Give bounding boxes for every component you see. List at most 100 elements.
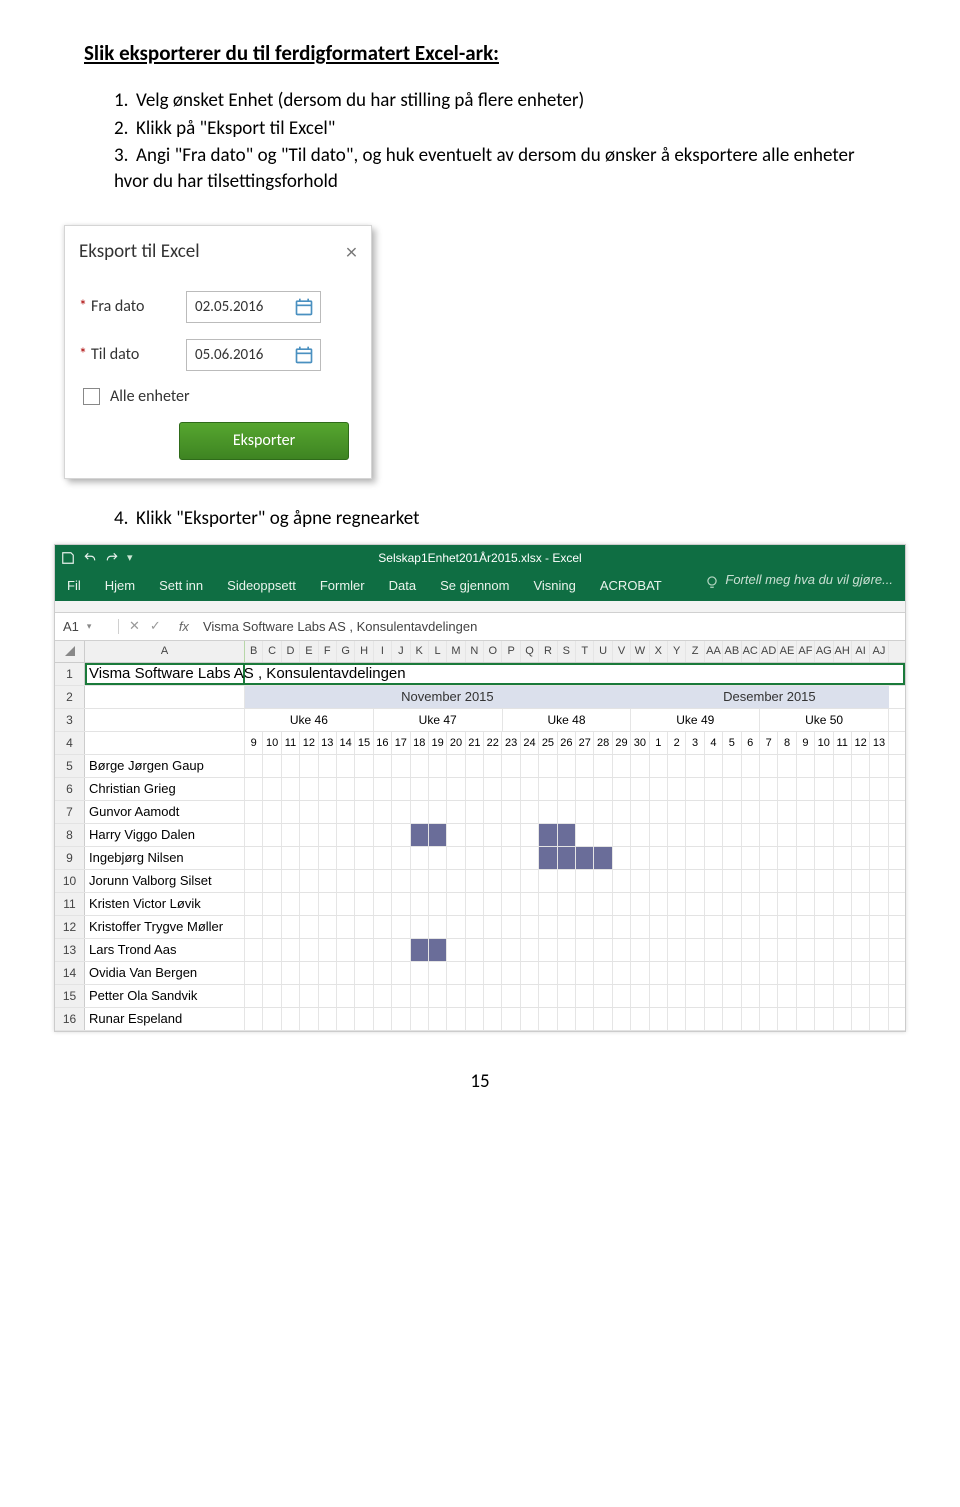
data-cell[interactable] <box>576 916 594 938</box>
data-cell[interactable] <box>447 916 465 938</box>
data-cell[interactable] <box>466 1008 484 1030</box>
data-cell[interactable] <box>502 1008 520 1030</box>
calendar-icon[interactable] <box>294 345 314 365</box>
tab-se-gjennom[interactable]: Se gjennom <box>440 578 509 599</box>
name-cell[interactable]: Lars Trond Aas <box>85 939 245 961</box>
col-header-ad[interactable]: AD <box>760 641 778 662</box>
data-cell[interactable] <box>466 939 484 961</box>
data-cell[interactable] <box>429 962 447 984</box>
data-cell[interactable] <box>263 824 281 846</box>
data-cell[interactable] <box>411 893 429 915</box>
data-cell[interactable] <box>650 1008 668 1030</box>
row-header[interactable]: 14 <box>55 962 85 984</box>
col-header-l[interactable]: L <box>429 641 447 662</box>
data-cell[interactable] <box>355 801 373 823</box>
data-cell[interactable] <box>245 847 263 869</box>
data-cell[interactable] <box>742 962 760 984</box>
data-cell[interactable] <box>815 847 833 869</box>
data-cell[interactable] <box>521 916 539 938</box>
data-cell[interactable] <box>374 755 392 777</box>
row-header[interactable]: 2 <box>55 686 85 708</box>
data-cell[interactable] <box>282 939 300 961</box>
col-header-c[interactable]: C <box>263 641 281 662</box>
data-cell[interactable] <box>411 870 429 892</box>
data-cell[interactable] <box>686 985 704 1007</box>
col-header-h[interactable]: H <box>355 641 373 662</box>
data-cell[interactable] <box>815 801 833 823</box>
data-cell[interactable] <box>686 962 704 984</box>
data-cell[interactable] <box>852 962 870 984</box>
data-cell[interactable] <box>852 916 870 938</box>
data-cell[interactable] <box>815 755 833 777</box>
data-cell[interactable] <box>429 893 447 915</box>
data-cell[interactable] <box>502 893 520 915</box>
tell-me-box[interactable]: Fortell meg hva du vil gjøre... <box>705 572 893 599</box>
data-cell[interactable] <box>723 870 741 892</box>
data-cell[interactable] <box>337 985 355 1007</box>
data-cell[interactable] <box>466 847 484 869</box>
data-cell[interactable] <box>392 824 410 846</box>
data-cell[interactable] <box>319 1008 337 1030</box>
col-header-i[interactable]: I <box>374 641 392 662</box>
name-cell[interactable]: Ingebjørg Nilsen <box>85 847 245 869</box>
data-cell[interactable] <box>502 870 520 892</box>
data-cell[interactable] <box>300 893 318 915</box>
data-cell[interactable] <box>797 1008 815 1030</box>
col-header-aa[interactable]: AA <box>705 641 723 662</box>
data-cell[interactable] <box>594 939 612 961</box>
data-cell[interactable] <box>705 755 723 777</box>
data-cell[interactable] <box>613 870 631 892</box>
data-cell[interactable] <box>447 939 465 961</box>
data-cell[interactable] <box>631 893 649 915</box>
data-cell[interactable] <box>374 1008 392 1030</box>
data-cell[interactable] <box>484 985 502 1007</box>
col-header-o[interactable]: O <box>484 641 502 662</box>
data-cell[interactable] <box>374 893 392 915</box>
data-cell[interactable] <box>760 962 778 984</box>
data-cell[interactable] <box>263 755 281 777</box>
data-cell[interactable] <box>650 893 668 915</box>
data-cell[interactable] <box>631 801 649 823</box>
data-cell[interactable] <box>631 755 649 777</box>
data-cell[interactable] <box>594 985 612 1007</box>
col-header-q[interactable]: Q <box>521 641 539 662</box>
data-cell[interactable] <box>686 778 704 800</box>
name-cell[interactable]: Kristen Victor Løvik <box>85 893 245 915</box>
tab-formler[interactable]: Formler <box>320 578 365 599</box>
data-cell[interactable] <box>374 962 392 984</box>
data-cell[interactable] <box>815 962 833 984</box>
data-cell[interactable] <box>742 824 760 846</box>
data-cell[interactable] <box>521 870 539 892</box>
data-cell[interactable] <box>447 870 465 892</box>
data-cell[interactable] <box>705 824 723 846</box>
data-cell[interactable] <box>411 962 429 984</box>
data-cell[interactable] <box>613 939 631 961</box>
data-cell[interactable] <box>742 801 760 823</box>
data-cell[interactable] <box>558 778 576 800</box>
data-cell[interactable] <box>429 939 447 961</box>
accept-formula-icon[interactable]: ✓ <box>150 618 161 634</box>
data-cell[interactable] <box>760 755 778 777</box>
data-cell[interactable] <box>852 778 870 800</box>
data-cell[interactable] <box>355 824 373 846</box>
data-cell[interactable] <box>447 778 465 800</box>
data-cell[interactable] <box>723 985 741 1007</box>
col-header-p[interactable]: P <box>502 641 520 662</box>
data-cell[interactable] <box>870 755 888 777</box>
data-cell[interactable] <box>686 824 704 846</box>
data-cell[interactable] <box>319 778 337 800</box>
data-cell[interactable] <box>815 1008 833 1030</box>
data-cell[interactable] <box>576 870 594 892</box>
data-cell[interactable] <box>650 916 668 938</box>
data-cell[interactable] <box>852 893 870 915</box>
data-cell[interactable] <box>778 755 796 777</box>
redo-icon[interactable] <box>105 551 119 565</box>
data-cell[interactable] <box>558 801 576 823</box>
data-cell[interactable] <box>631 985 649 1007</box>
data-cell[interactable] <box>797 916 815 938</box>
data-cell[interactable] <box>760 824 778 846</box>
data-cell[interactable] <box>319 824 337 846</box>
data-cell[interactable] <box>263 1008 281 1030</box>
data-cell[interactable] <box>502 916 520 938</box>
data-cell[interactable] <box>282 916 300 938</box>
